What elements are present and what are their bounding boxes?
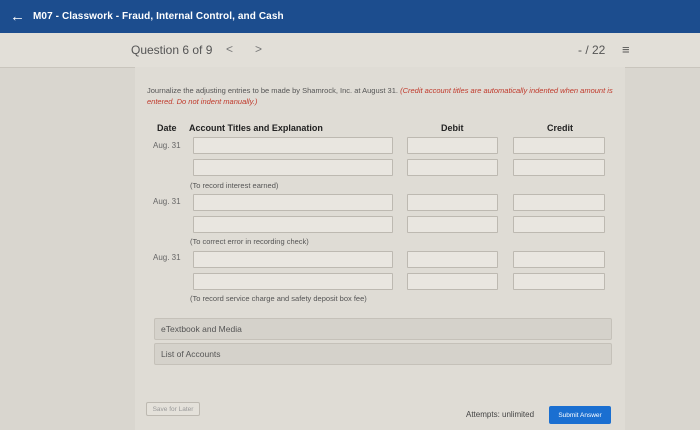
list-of-accounts-label: List of Accounts: [161, 349, 221, 359]
save-for-later-button[interactable]: Save for Later: [146, 402, 200, 416]
header-date: Date: [157, 123, 177, 133]
entry-3-line-1-account-input[interactable]: [193, 251, 393, 268]
submit-answer-button[interactable]: Submit Answer: [549, 406, 611, 424]
question-nav-bar: Question 6 of 9 < > - / 22 ≡: [0, 33, 700, 68]
assignment-title: M07 - Classwork - Fraud, Internal Contro…: [33, 11, 284, 22]
entry-2-line-1-credit-input[interactable]: [513, 194, 605, 211]
score-display: - / 22: [578, 43, 606, 57]
header-debit: Debit: [441, 123, 464, 133]
entry-1-line-2-credit-input[interactable]: [513, 159, 605, 176]
entry-3-line-2-debit-input[interactable]: [407, 273, 498, 290]
entry-2-explanation: (To correct error in recording check): [190, 237, 309, 246]
entry-2-line-2-account-input[interactable]: [193, 216, 393, 233]
header-account: Account Titles and Explanation: [189, 123, 323, 133]
entry-1-line-2-account-input[interactable]: [193, 159, 393, 176]
entry-1-line-1-account-input[interactable]: [193, 137, 393, 154]
instructions-text: Journalize the adjusting entries to be m…: [147, 86, 398, 95]
list-of-accounts-panel[interactable]: List of Accounts: [154, 343, 612, 365]
entry-3-explanation: (To record service charge and safety dep…: [190, 294, 367, 303]
attempts-label: Attempts: unlimited: [466, 410, 535, 419]
entry-2-line-1-account-input[interactable]: [193, 194, 393, 211]
entry-3-date: Aug. 31: [153, 253, 181, 262]
entry-3-line-1-debit-input[interactable]: [407, 251, 498, 268]
instructions: Journalize the adjusting entries to be m…: [147, 86, 627, 107]
etextbook-media-panel[interactable]: eTextbook and Media: [154, 318, 612, 340]
next-question-button[interactable]: >: [255, 42, 262, 56]
etextbook-media-label: eTextbook and Media: [161, 324, 242, 334]
entry-3-line-2-account-input[interactable]: [193, 273, 393, 290]
entry-3-line-2-credit-input[interactable]: [513, 273, 605, 290]
arrow-left-icon[interactable]: ←: [10, 9, 25, 24]
entry-2-date: Aug. 31: [153, 197, 181, 206]
entry-1-line-1-debit-input[interactable]: [407, 137, 498, 154]
entry-1-date: Aug. 31: [153, 141, 181, 150]
prev-question-button[interactable]: <: [226, 42, 233, 56]
question-content-area: [135, 67, 625, 430]
list-icon[interactable]: ≡: [622, 42, 630, 57]
entry-2-line-2-debit-input[interactable]: [407, 216, 498, 233]
entry-3-line-1-credit-input[interactable]: [513, 251, 605, 268]
entry-2-line-2-credit-input[interactable]: [513, 216, 605, 233]
header-credit: Credit: [547, 123, 574, 133]
entry-1-line-2-debit-input[interactable]: [407, 159, 498, 176]
entry-1-line-1-credit-input[interactable]: [513, 137, 605, 154]
question-label: Question 6 of 9: [131, 43, 213, 57]
entry-1-explanation: (To record interest earned): [190, 181, 279, 190]
entry-2-line-1-debit-input[interactable]: [407, 194, 498, 211]
top-bar: ← M07 - Classwork - Fraud, Internal Cont…: [0, 0, 700, 33]
